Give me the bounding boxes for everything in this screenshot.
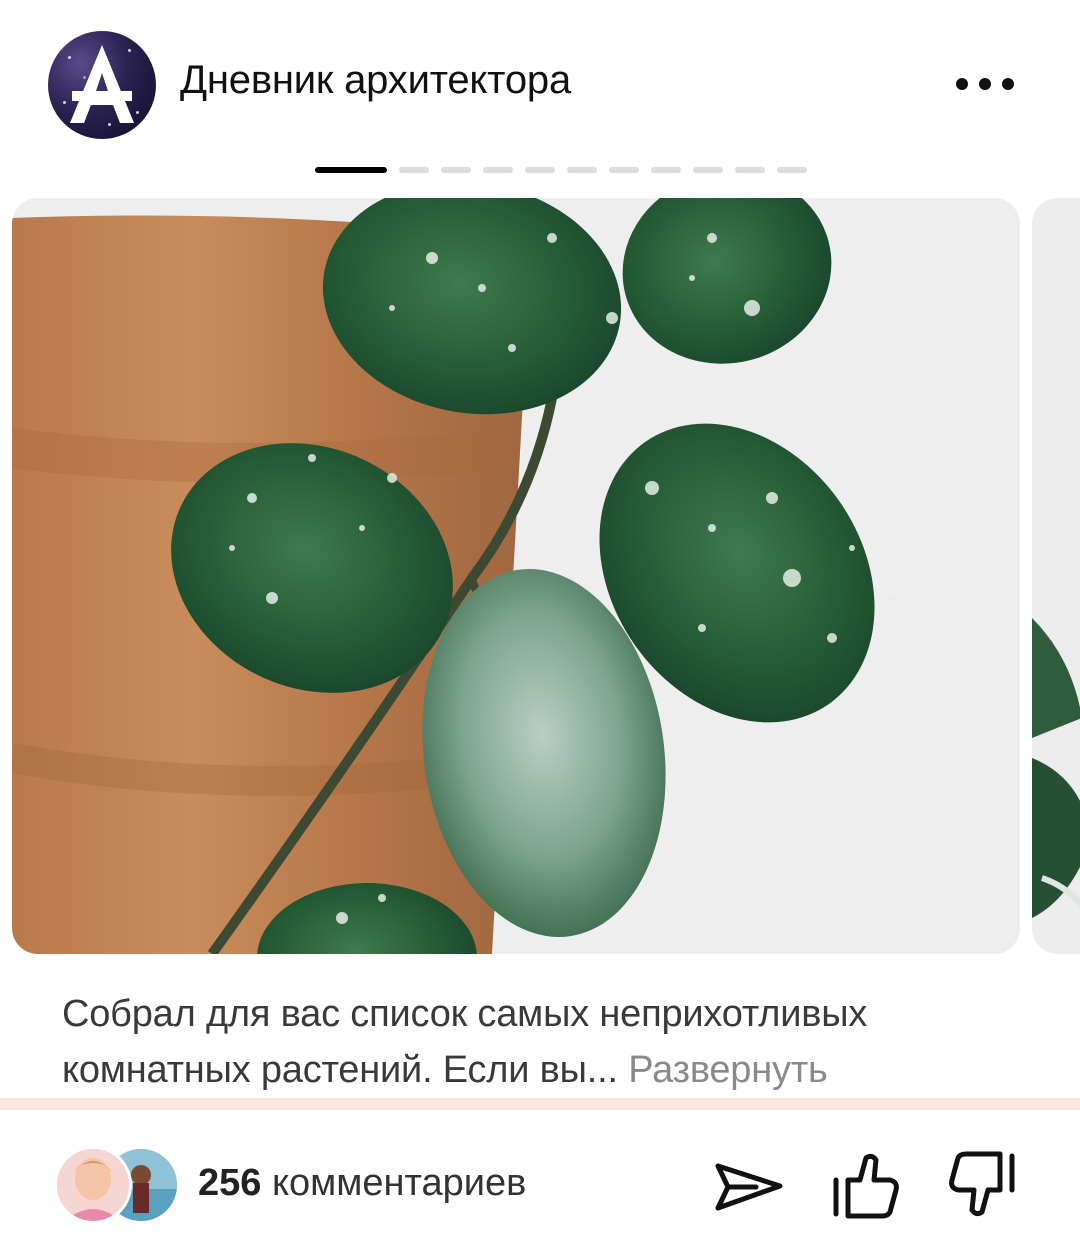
thumbs-down-icon	[949, 1151, 1015, 1217]
thumbs-up-icon	[833, 1153, 899, 1219]
comments-count[interactable]: 256 комментариев	[198, 1162, 526, 1205]
more-options-button[interactable]	[946, 60, 1026, 110]
share-button[interactable]	[710, 1146, 790, 1226]
more-horizontal-icon	[956, 78, 968, 90]
carousel-indicator	[399, 167, 429, 173]
post-photo-plant[interactable]	[12, 198, 1020, 954]
carousel-indicator	[315, 167, 387, 173]
carousel-indicator	[483, 167, 513, 173]
divider	[0, 1098, 1080, 1110]
carousel-indicator	[441, 167, 471, 173]
channel-avatar[interactable]	[48, 31, 156, 139]
carousel-indicator	[651, 167, 681, 173]
carousel-indicator	[777, 167, 807, 173]
like-button[interactable]	[826, 1146, 906, 1226]
post-header: Дневник архитектора	[0, 0, 1080, 170]
post-footer: 256 комментариев	[0, 1110, 1080, 1254]
next-photo-preview[interactable]	[1032, 198, 1080, 954]
commenter-avatars[interactable]	[54, 1146, 184, 1224]
avatar-letter-glyph	[70, 45, 134, 123]
post-text: Собрал для вас список самых неприхотливы…	[62, 986, 1022, 1098]
next-photo-illustration	[1032, 198, 1080, 954]
carousel-indicator	[693, 167, 723, 173]
carousel-indicators	[315, 167, 807, 173]
comments-number: 256	[198, 1162, 262, 1204]
carousel-indicator	[609, 167, 639, 173]
commenter-avatar	[54, 1146, 132, 1224]
more-dot	[979, 78, 991, 90]
channel-name[interactable]: Дневник архитектора	[180, 58, 571, 103]
carousel-indicator	[735, 167, 765, 173]
more-dot	[1002, 78, 1014, 90]
expand-link[interactable]: Развернуть	[628, 1049, 828, 1091]
carousel-indicator	[567, 167, 597, 173]
carousel-indicator	[525, 167, 555, 173]
plant-photo-illustration	[12, 198, 1020, 954]
share-send-icon	[715, 1163, 783, 1211]
dislike-button[interactable]	[944, 1146, 1024, 1226]
comments-label: комментариев	[261, 1162, 527, 1204]
image-carousel[interactable]	[0, 198, 1080, 954]
